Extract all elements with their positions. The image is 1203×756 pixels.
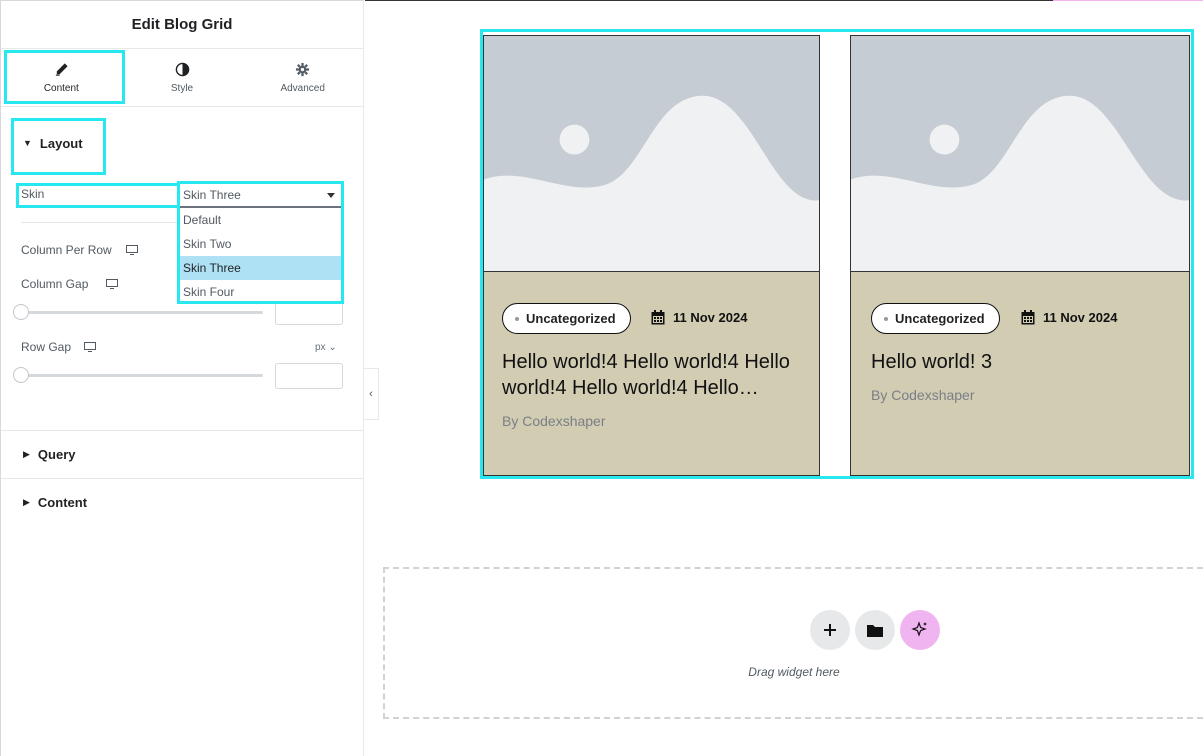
row-gap-slider-handle[interactable] (13, 367, 29, 383)
row-gap-unit-select[interactable]: px ⌄ (315, 342, 337, 353)
desktop-icon[interactable] (106, 279, 118, 289)
post-image-placeholder (484, 36, 819, 272)
image-placeholder-icon (484, 36, 819, 271)
section-title: Layout (39, 135, 83, 151)
bullet-icon (515, 316, 519, 321)
calendar-icon (651, 310, 665, 325)
layout-section-toggle[interactable]: ▼ Layout (1, 107, 363, 179)
tab-style[interactable]: Style (122, 49, 243, 106)
post-date: 11 Nov 2024 (651, 310, 747, 325)
category-label: Uncategorized (526, 311, 616, 326)
add-section-button[interactable] (810, 610, 850, 650)
tab-label: Advanced (280, 82, 325, 94)
content-section-toggle[interactable]: ▶ Content (1, 479, 363, 526)
category-badge[interactable]: Uncategorized (502, 303, 631, 334)
post-title-link[interactable]: Hello world! 3 (871, 349, 1171, 375)
tab-label: Content (43, 82, 79, 94)
skin-select-value: Skin Three (183, 188, 241, 202)
skin-options-list: Default Skin Two Skin Three Skin Four (179, 207, 342, 303)
post-title-link[interactable]: Hello world!4 Hello world!4 Hello world!… (502, 349, 802, 401)
query-section: ▶ Query (1, 431, 363, 479)
widget-drop-zone[interactable]: Drag widget here (383, 567, 1203, 719)
skin-option[interactable]: Skin Two (180, 232, 341, 256)
post-author: By Codexshaper (871, 387, 975, 403)
section-title: Query (37, 447, 76, 462)
editor-panel: Edit Blog Grid Content Style Advanced ▼ … (0, 0, 364, 756)
ai-generate-button[interactable] (900, 610, 940, 650)
bullet-icon (884, 316, 888, 321)
skin-option-selected[interactable]: Skin Three (180, 256, 341, 280)
tab-label: Style (170, 82, 194, 94)
canvas-top-border (365, 0, 1053, 1)
blog-grid-widget[interactable]: Uncategorized 11 Nov 2024 Hello world!4 … (480, 29, 1194, 479)
caret-right-icon: ▶ (23, 449, 30, 459)
chevron-down-icon: ⌄ (328, 342, 337, 353)
column-gap-slider-handle[interactable] (13, 304, 29, 320)
post-card[interactable]: Uncategorized 11 Nov 2024 Hello world!4 … (483, 35, 820, 476)
date-text: 11 Nov 2024 (673, 310, 748, 325)
sparkle-icon (911, 621, 927, 637)
pencil-icon (55, 62, 68, 76)
dropdown-arrow-icon (327, 193, 335, 198)
desktop-icon[interactable] (126, 245, 138, 255)
post-image-placeholder (851, 36, 1189, 272)
desktop-icon[interactable] (84, 342, 96, 352)
add-template-button[interactable] (855, 610, 895, 650)
post-date: 11 Nov 2024 (1021, 310, 1117, 325)
skin-label: Skin (21, 187, 45, 201)
half-circle-icon (175, 62, 189, 76)
content-section: ▶ Content (1, 479, 363, 526)
panel-tabs: Content Style Advanced (1, 49, 363, 107)
calendar-icon (1021, 310, 1035, 325)
unit-label: px (315, 342, 326, 353)
skin-option[interactable]: Skin Four (180, 280, 341, 304)
plus-icon (824, 624, 836, 636)
drop-zone-hint: Drag widget here (748, 665, 840, 679)
category-badge[interactable]: Uncategorized (871, 303, 1000, 334)
image-placeholder-icon (851, 36, 1189, 271)
collapse-panel-button[interactable]: ‹ (364, 368, 379, 420)
skin-option[interactable]: Default (180, 208, 341, 232)
tab-content[interactable]: Content (1, 49, 122, 106)
category-label: Uncategorized (895, 311, 985, 326)
caret-right-icon: ▶ (23, 497, 30, 507)
folder-icon (867, 624, 883, 637)
column-gap-slider-track[interactable] (21, 311, 263, 314)
post-card[interactable]: Uncategorized 11 Nov 2024 Hello world! 3… (850, 35, 1190, 476)
panel-title: Edit Blog Grid (131, 16, 233, 33)
row-gap-slider-track[interactable] (21, 374, 263, 377)
caret-down-icon: ▼ (23, 138, 32, 148)
row-gap-label: Row Gap (21, 340, 72, 354)
row-gap-input[interactable] (275, 363, 343, 389)
chevron-left-icon: ‹ (369, 388, 373, 400)
query-section-toggle[interactable]: ▶ Query (1, 431, 363, 478)
gear-icon (296, 62, 310, 76)
panel-header: Edit Blog Grid (1, 0, 363, 49)
column-gap-label: Column Gap (21, 277, 89, 291)
post-author: By Codexshaper (502, 413, 606, 429)
skin-select[interactable]: Skin Three (179, 183, 342, 207)
date-text: 11 Nov 2024 (1043, 310, 1118, 325)
tab-advanced[interactable]: Advanced (242, 49, 363, 106)
section-title: Content (37, 495, 88, 510)
canvas-top-accent (1053, 0, 1203, 1)
column-per-row-label: Column Per Row (21, 243, 112, 257)
